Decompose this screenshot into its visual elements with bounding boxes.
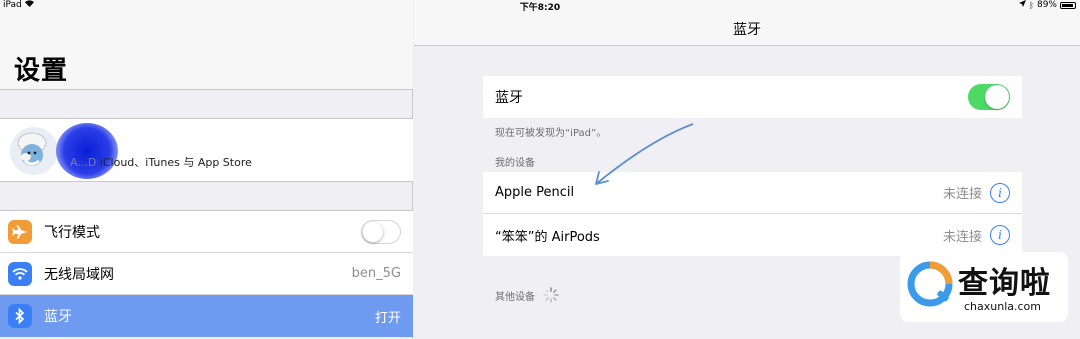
info-icon[interactable]: i [990, 225, 1010, 245]
bluetooth-status-icon: ᛒ [1029, 0, 1034, 10]
device-name: Apple Pencil [495, 185, 575, 200]
watermark: 查询啦 chaxunla.com [900, 252, 1068, 322]
loading-spinner-icon [543, 287, 559, 303]
airplane-icon [8, 219, 32, 244]
obscured-name-blur [56, 123, 118, 179]
page-title: 设置 [14, 56, 69, 86]
watermark-logo-icon [907, 261, 953, 307]
device-status: 未连接 [942, 229, 982, 245]
sidebar-item-airplane-mode[interactable]: 飞行模式 [0, 211, 413, 253]
apple-id-profile-row[interactable]: A...D iCloud、iTunes 与 App Store [0, 118, 413, 182]
avatar [10, 127, 58, 175]
settings-group: 飞行模式 无线局域网 ben_5G 蓝牙 打开 [0, 210, 413, 337]
bluetooth-toggle-row: 蓝牙 [483, 76, 1022, 118]
sidebar-header: 设置 [0, 0, 413, 90]
wifi-network-name: ben_5G [351, 266, 401, 281]
bluetooth-row-label: 蓝牙 [495, 90, 523, 106]
battery-icon [1060, 2, 1076, 9]
my-devices-list: Apple Pencil 未连接 i “笨笨”的 AirPods 未连接 i [483, 172, 1022, 256]
sidebar-item-bluetooth[interactable]: 蓝牙 打开 [0, 295, 413, 337]
status-bar: iPad 下午8:20 ᛒ 89% [0, 0, 1080, 13]
sidebar-item-label: 蓝牙 [44, 309, 72, 325]
status-time: 下午8:20 [519, 3, 561, 13]
sidebar-item-wifi[interactable]: 无线局域网 ben_5G [0, 253, 413, 295]
settings-sidebar: 设置 A...D iCloud、iTunes 与 App Store 飞行模式 [0, 0, 413, 339]
annotation-arrow [595, 123, 694, 185]
info-icon[interactable]: i [990, 182, 1010, 203]
profile-name-fragment: A...D [70, 156, 97, 169]
profile-subtitle: A...D iCloud、iTunes 与 App Store [70, 156, 252, 169]
status-right: ᛒ 89% [1019, 0, 1076, 10]
sidebar-item-label: 飞行模式 [44, 224, 100, 241]
bluetooth-icon [8, 304, 32, 328]
device-row[interactable]: “笨笨”的 AirPods 未连接 i [483, 214, 1022, 256]
location-icon [1019, 0, 1027, 10]
battery-percent: 89% [1036, 0, 1057, 10]
my-devices-header: 我的设备 [495, 158, 535, 169]
watermark-text: 查询啦 [958, 266, 1051, 301]
detail-title: 蓝牙 [733, 21, 761, 38]
bluetooth-state: 打开 [374, 310, 401, 326]
device-status: 未连接 [942, 187, 982, 202]
bluetooth-toggle[interactable] [968, 84, 1010, 110]
device-name: “笨笨”的 AirPods [495, 229, 600, 245]
watermark-url: chaxunla.com [964, 300, 1041, 313]
device-row[interactable]: Apple Pencil 未连接 i [483, 172, 1022, 214]
other-devices-header: 其他设备 [495, 287, 559, 303]
wifi-icon [8, 261, 32, 286]
sidebar-item-label: 无线局域网 [44, 266, 114, 283]
airplane-mode-toggle[interactable] [361, 219, 401, 244]
